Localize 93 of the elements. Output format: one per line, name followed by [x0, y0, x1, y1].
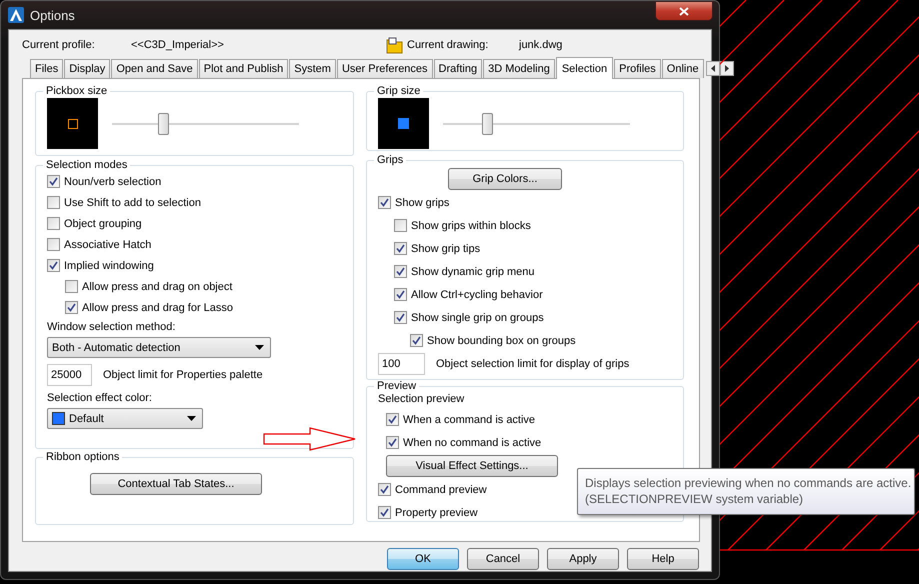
contextual-tab-states-button[interactable]: Contextual Tab States... [90, 473, 262, 495]
tab[interactable]: System [289, 59, 336, 78]
dialog-button[interactable]: Help [627, 548, 699, 570]
tab[interactable]: 3D Modeling [483, 59, 555, 78]
checkbox-label[interactable]: Use Shift to add to selection [64, 196, 201, 208]
slider-thumb[interactable] [482, 112, 493, 134]
profile-label: Current profile: [22, 39, 96, 51]
group-title: Grip size [376, 85, 422, 97]
group-title: Preview [376, 380, 418, 392]
dialog-button[interactable]: OK [387, 548, 459, 570]
size-slider[interactable] [443, 112, 630, 134]
field-label: Object selection limit for display of grips [436, 358, 630, 370]
scroll-left-button[interactable] [706, 60, 720, 76]
grip-preview [378, 98, 429, 149]
checkbox[interactable] [386, 436, 399, 449]
close-button[interactable] [655, 1, 713, 21]
size-slider[interactable] [112, 112, 299, 134]
checkbox[interactable] [394, 265, 407, 278]
caret-icon [255, 345, 264, 350]
checkbox[interactable] [378, 506, 391, 519]
checkbox[interactable] [394, 242, 407, 255]
scroll-right-button[interactable] [720, 60, 734, 76]
profile-name: <<C3D_Imperial>> [131, 39, 225, 51]
checkbox[interactable] [47, 196, 60, 209]
effect-color-dropdown[interactable]: Default [47, 408, 203, 429]
section-label: Selection preview [378, 393, 466, 405]
window-title: Options [30, 8, 75, 22]
checkbox[interactable] [47, 175, 60, 188]
drawing-label: Current drawing: [407, 39, 490, 51]
checkbox-label[interactable]: Noun/verb selection [64, 176, 162, 188]
slider-thumb[interactable] [158, 112, 169, 134]
group-title: Ribbon options [45, 451, 120, 463]
checkbox-label[interactable]: Allow Ctrl+cycling behavior [411, 288, 543, 300]
tab[interactable]: Open and Save [111, 59, 198, 78]
checkbox-label[interactable]: Show single grip on groups [411, 312, 544, 324]
field-label: Window selection method: [47, 321, 176, 333]
tooltip-text: Displays selection previewing when no commands are active. [585, 475, 908, 491]
checkbox-label[interactable]: Show grip tips [411, 242, 480, 254]
close-icon [679, 6, 689, 16]
drawing-file-icon [386, 36, 403, 54]
checkbox-label[interactable]: Allow press and drag for Lasso [82, 302, 234, 314]
checkbox[interactable] [410, 334, 423, 347]
left-triangle-icon [710, 64, 715, 72]
field-label: Selection effect color: [47, 392, 153, 404]
checkbox-label[interactable]: When no command is active [403, 436, 542, 448]
checkbox-label[interactable]: Property preview [395, 506, 478, 518]
dialog-button[interactable]: Apply [547, 548, 619, 570]
selection-method-dropdown[interactable]: Both - Automatic detection [47, 337, 271, 358]
group-title: Selection modes [45, 159, 128, 171]
app-logo-icon [8, 7, 24, 23]
visual-effect-settings-button[interactable]: Visual Effect Settings... [386, 455, 558, 477]
checkbox-label[interactable]: Command preview [395, 484, 487, 496]
tab[interactable]: Profiles [614, 59, 661, 78]
grip-colors-button[interactable]: Grip Colors... [448, 168, 562, 190]
drawing-name: junk.dwg [519, 39, 562, 51]
checkbox[interactable] [47, 259, 60, 272]
checkbox-label[interactable]: Show grips within blocks [411, 220, 531, 232]
checkbox[interactable] [65, 280, 78, 293]
right-triangle-icon [724, 64, 729, 72]
caret-icon [187, 416, 196, 421]
object-limit-field[interactable]: 25000 [47, 364, 92, 386]
checkbox[interactable] [378, 196, 391, 209]
pickbox-preview [47, 98, 98, 149]
tab[interactable]: Selection [556, 57, 614, 79]
checkbox[interactable] [378, 483, 391, 496]
tab[interactable]: Drafting [434, 59, 482, 78]
checkbox-label[interactable]: Associative Hatch [64, 238, 152, 250]
tab[interactable]: Online [662, 59, 704, 78]
checkbox-label[interactable]: Implied windowing [64, 260, 154, 272]
checkbox-label[interactable]: Show bounding box on groups [427, 334, 576, 346]
tab[interactable]: Display [64, 59, 110, 78]
checkbox-label[interactable]: Show grips [395, 196, 450, 208]
group-title: Grips [376, 154, 404, 166]
group-title: Pickbox size [45, 85, 108, 97]
tab[interactable]: Files [30, 59, 64, 78]
checkbox[interactable] [394, 219, 407, 232]
checkbox-label[interactable]: When a command is active [403, 414, 536, 426]
checkbox[interactable] [394, 288, 407, 301]
dialog-button[interactable]: Cancel [467, 548, 539, 570]
field-label: Object limit for Properties palette [103, 369, 263, 381]
checkbox[interactable] [394, 311, 407, 324]
checkbox[interactable] [65, 301, 78, 314]
checkbox-label[interactable]: Allow press and drag on object [82, 280, 232, 292]
selection-limit-field[interactable]: 100 [378, 353, 425, 375]
tab[interactable]: Plot and Publish [198, 59, 288, 78]
color-swatch [52, 412, 65, 425]
checkbox-label[interactable]: Show dynamic grip menu [411, 266, 535, 278]
checkbox[interactable] [47, 217, 60, 230]
checkbox[interactable] [386, 413, 399, 426]
checkbox-label[interactable]: Object grouping [64, 218, 142, 230]
tab[interactable]: User Preferences [336, 59, 433, 78]
tooltip-text: (SELECTIONPREVIEW system variable) [585, 491, 804, 507]
checkbox[interactable] [47, 238, 60, 251]
